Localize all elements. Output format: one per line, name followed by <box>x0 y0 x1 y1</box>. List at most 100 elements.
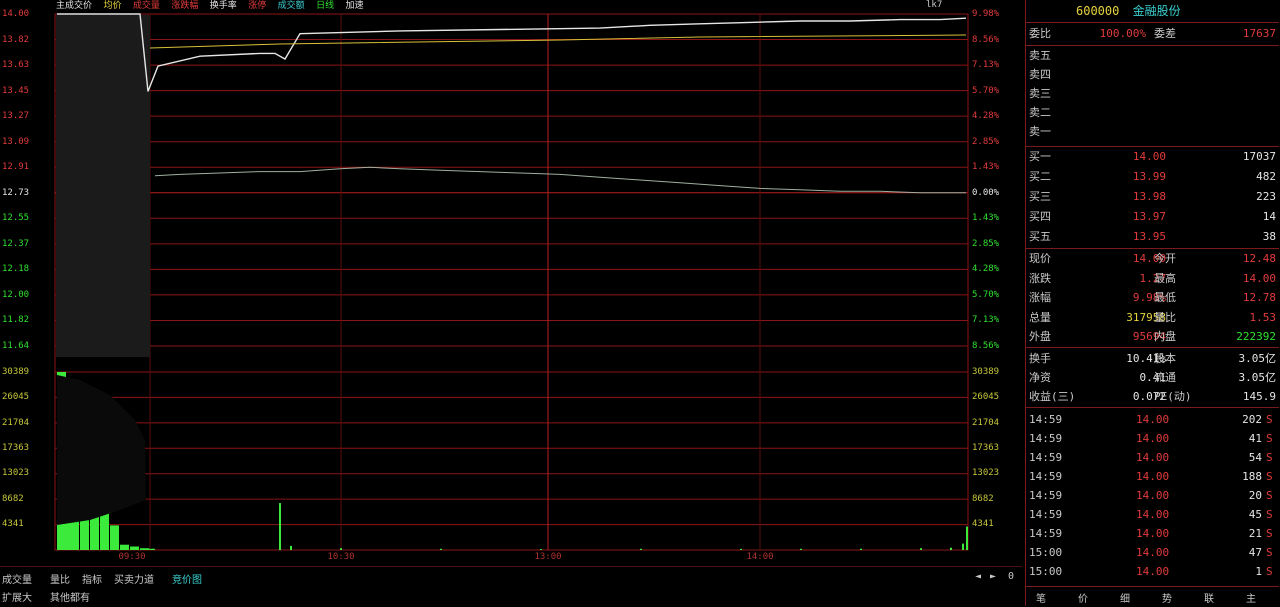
percent-tick-label: 2.85% <box>972 136 1000 147</box>
info-item-8: 加速 <box>345 1 364 11</box>
auction-shade <box>56 15 150 357</box>
stat-label-2: 今开 <box>1154 252 1176 265</box>
chart-svg[interactable] <box>0 0 1022 566</box>
intraday-chart[interactable]: 主成交价 均价 成交量 涨跌幅 换手率 涨停 成交额 日线 加速 lk7 14.… <box>0 0 1022 566</box>
arrow-right-icon[interactable]: ► <box>990 571 996 582</box>
info-item-7: 日线 <box>316 1 335 11</box>
stat-label: 涨跌 <box>1029 271 1051 285</box>
stock-code: 600000 <box>1076 4 1120 18</box>
tick-flag: S <box>1266 546 1273 559</box>
stat-label: 涨幅 <box>1029 291 1051 304</box>
volume-tick-label: 30389 <box>2 367 30 377</box>
volume-bar <box>290 545 292 550</box>
volume-bar <box>440 548 442 550</box>
tick-row[interactable]: 14:59 14.00 54 S <box>1026 449 1279 467</box>
tick-volume: 188 <box>1242 470 1262 483</box>
stat-label: 总量 <box>1029 310 1051 324</box>
arrow-left-icon[interactable]: ◄ <box>975 571 981 582</box>
tab-auction-chart[interactable]: 竞价图 <box>172 571 202 586</box>
volume-bar <box>962 543 964 550</box>
tick-row[interactable]: 14:59 14.00 41 S <box>1026 430 1279 448</box>
panel-footer-tab[interactable]: 联 <box>1204 590 1214 605</box>
buy-volume: 482 <box>1256 170 1276 183</box>
tick-row[interactable]: 14:59 14.00 20 S <box>1026 487 1279 505</box>
price-tick-label: 13.27 <box>2 111 30 122</box>
tick-row[interactable]: 15:00 14.00 47 S <box>1026 544 1279 562</box>
volume-tick-label: 21704 <box>972 417 1000 428</box>
zoom-reset-icon[interactable]: 0 <box>1008 571 1014 582</box>
stock-name: 金融股份 <box>1132 4 1181 18</box>
panel-footer-tab[interactable]: 价 <box>1078 590 1088 605</box>
volume-bar <box>740 548 742 550</box>
tick-time: 14:59 <box>1029 432 1063 445</box>
info-item-5: 涨停 <box>248 1 267 11</box>
percent-tick-label: 5.70% <box>972 85 1000 96</box>
panel-footer-tab[interactable]: 势 <box>1162 590 1172 605</box>
tab-extend[interactable]: 扩展大 <box>2 589 32 604</box>
tick-volume: 45 <box>1248 508 1262 521</box>
tab-others[interactable]: 其他都有 <box>50 589 90 604</box>
panel-footer-tab[interactable]: 细 <box>1120 590 1130 605</box>
tick-time: 14:59 <box>1029 470 1063 483</box>
sell-row: 卖一 <box>1026 123 1279 141</box>
percent-tick-label: 0.00% <box>972 187 1000 198</box>
tab-buy-sell-force[interactable]: 买卖力道 <box>114 571 154 586</box>
buy-row: 买三 13.98 223 <box>1026 188 1279 206</box>
order-ratio-row: 委比 100.00% 委差 17637 <box>1026 25 1279 43</box>
percent-tick-label: 7.13% <box>972 315 1000 326</box>
sell-label: 卖四 <box>1029 68 1051 81</box>
percent-tick-label: 8.56% <box>972 341 1000 351</box>
stat-row: 换手 10.41% 股本 3.05亿 <box>1026 350 1279 368</box>
tab-indicator[interactable]: 指标 <box>82 571 102 586</box>
tab-volume-ratio[interactable]: 量比 <box>50 571 70 586</box>
stat-label-2: 最低 <box>1154 291 1176 304</box>
tick-time: 14:59 <box>1029 451 1063 464</box>
percent-tick-label: 1.43% <box>972 213 1000 224</box>
price-tick-label: 13.63 <box>2 60 30 71</box>
quote-panel: 600000 金融股份 委比 100.00% 委差 17637 卖五 卖四 卖三 卖二… <box>1025 0 1280 606</box>
tick-volume: 21 <box>1248 527 1262 540</box>
panel-footer-tab[interactable]: 主 <box>1246 590 1256 605</box>
stat-label: 外盘 <box>1029 330 1051 343</box>
percent-tick-label: 4.28% <box>972 264 1000 275</box>
price-tick-label: 12.37 <box>2 238 30 249</box>
buy-row: 买四 13.97 14 <box>1026 208 1279 226</box>
stat-row: 外盘 95694 内盘 222392 <box>1026 328 1279 346</box>
tick-row[interactable]: 14:59 14.00 45 S <box>1026 506 1279 524</box>
info-item-6: 成交额 <box>277 1 305 11</box>
stat-row: 净资 0.41 流通 3.05亿 <box>1026 369 1279 387</box>
stat-label: 收益(三) <box>1029 390 1076 403</box>
buy-price: 13.97 <box>1132 210 1166 223</box>
buy-label: 买四 <box>1029 210 1051 223</box>
volume-tick-label: 13023 <box>972 468 1000 479</box>
volume-tick-label: 4341 <box>2 519 24 529</box>
tick-price: 14.00 <box>1136 432 1170 445</box>
sell-row: 卖二 <box>1026 104 1279 122</box>
volume-bar <box>800 548 802 550</box>
bottom-toolbar: 成交量 量比 指标 买卖力道 竞价图 扩展大 其他都有 ◄ ► 0 <box>0 566 1022 607</box>
order-diff-value: 17637 <box>1242 27 1276 40</box>
tick-row[interactable]: 14:59 14.00 202 S <box>1026 411 1279 429</box>
stat-row: 涨幅 9.98% 最低 12.78 <box>1026 289 1279 307</box>
buy-volume: 17037 <box>1242 150 1276 163</box>
tick-row[interactable]: 15:00 14.00 1 S <box>1026 563 1279 581</box>
panel-footer-tab[interactable]: 笔 <box>1036 590 1046 605</box>
info-item-0: 主成交价 <box>56 1 93 11</box>
percent-tick-label: 4.28% <box>972 111 1000 122</box>
percent-tick-label: 2.85% <box>972 238 1000 249</box>
tick-row[interactable]: 14:59 14.00 21 S <box>1026 525 1279 543</box>
price-tick-label: 12.18 <box>2 264 30 275</box>
average-line <box>154 166 966 194</box>
tick-volume: 202 <box>1242 413 1262 426</box>
volume-bar <box>120 544 129 550</box>
stat-value-2: 14.00 <box>1242 271 1276 285</box>
stat-value-2: 12.78 <box>1242 291 1276 304</box>
stat-row: 总量 317958 量比 1.53 <box>1026 309 1279 327</box>
tab-volume[interactable]: 成交量 <box>2 571 32 586</box>
stat-value-2: 3.05亿 <box>1238 352 1277 365</box>
tick-row[interactable]: 14:59 14.00 188 S <box>1026 468 1279 486</box>
info-item-3: 涨跌幅 <box>171 1 199 11</box>
buy-label: 买五 <box>1029 230 1051 243</box>
order-ratio-label: 委比 <box>1029 27 1051 40</box>
tick-time: 14:59 <box>1029 508 1063 521</box>
